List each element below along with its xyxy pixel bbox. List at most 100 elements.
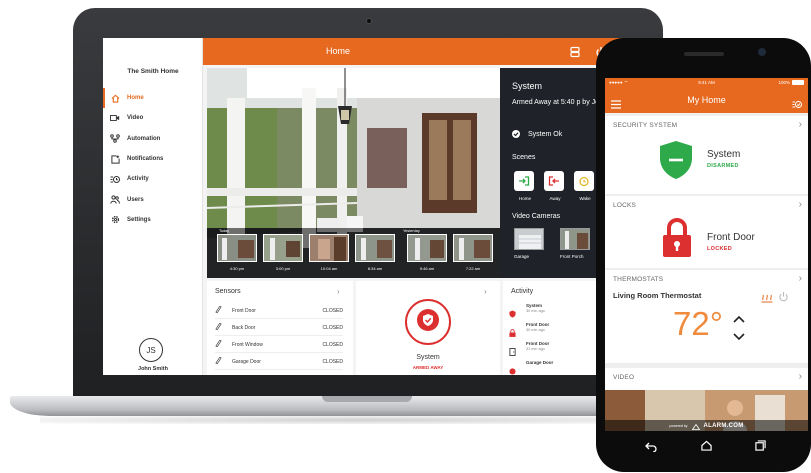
chevron-right-icon[interactable]: › [799, 273, 802, 284]
video-thumbnail[interactable] [217, 234, 257, 262]
laptop-notch [322, 396, 412, 402]
sensor-row: Back Door CLOSED [215, 320, 343, 336]
back-icon[interactable] [645, 439, 657, 457]
sensor-name: Back Door [232, 324, 256, 331]
activity-row: Garage Door [509, 360, 609, 375]
system-title: System [512, 81, 543, 91]
sensor-name: Garage Door [232, 358, 261, 365]
scene-home[interactable]: Home [514, 171, 536, 201]
video-cameras-label: Video Cameras [512, 213, 561, 220]
sidebar-item-label: Automation [127, 135, 161, 142]
strip-label-today: Today [219, 229, 230, 233]
scene-wake[interactable]: Wake [574, 171, 596, 201]
video-card[interactable]: VIDEO › powered by ALARM.COM [605, 368, 808, 431]
sidebar: The Smith Home Home Video Automation Not… [103, 38, 203, 375]
sidebar-item-home[interactable]: Home [103, 88, 203, 109]
activity-title: Activity [511, 288, 534, 295]
laptop-screen: The Smith Home Home Video Automation Not… [103, 38, 623, 375]
power-icon[interactable] [778, 289, 789, 307]
security-system-card[interactable]: SECURITY SYSTEM › System DISARMED [605, 116, 808, 194]
locks-section-label: LOCKS [613, 202, 637, 209]
activity-row-title: Front Door [526, 322, 550, 327]
recent-apps-icon[interactable] [755, 438, 766, 456]
sensor-name: Front Door [232, 307, 256, 314]
sidebar-item-activity[interactable]: Activity [103, 169, 203, 189]
system-card-name: System [416, 354, 440, 361]
thumbnail-time: 7:22 am [465, 266, 481, 271]
system-card[interactable]: › System ARMED AWAY [356, 281, 500, 375]
server-icon[interactable] [569, 45, 581, 58]
camera-front-porch[interactable]: Front Porch [560, 228, 590, 259]
chevron-right-icon[interactable]: › [799, 199, 802, 210]
sidebar-item-notifications[interactable]: Notifications [103, 149, 203, 169]
chevron-up-icon[interactable] [733, 310, 745, 328]
sensor-state: CLOSED [322, 341, 343, 348]
thermostats-section-label: THERMOSTATS [613, 276, 664, 283]
lock-icon [663, 218, 691, 263]
video-thumbnail[interactable] [263, 234, 303, 262]
phone-title: My Home [687, 95, 726, 105]
avatar[interactable]: JS [139, 338, 163, 362]
sidebar-item-label: Activity [127, 176, 149, 183]
strip-label-yesterday: Yesterday [403, 229, 420, 233]
sensor-row: Front Door CLOSED [215, 303, 343, 319]
scene-label: Away [549, 196, 561, 201]
chevron-right-icon[interactable]: › [484, 287, 487, 296]
system-card-state: ARMED AWAY [412, 365, 444, 370]
powered-by-label: powered by [669, 423, 688, 428]
shield-icon [509, 305, 516, 323]
thermostat-temp: 72° [673, 305, 723, 342]
camera-thumbnail [514, 228, 544, 250]
gear-icon [109, 215, 121, 225]
thumbnail-strip: Today Yesterday 4:30 pm 3:00 pm 10:04 am… [207, 228, 500, 278]
video-thumbnail[interactable] [355, 234, 395, 262]
alarm-com-logo-icon [691, 417, 700, 432]
system-ok-status: System Ok [512, 130, 562, 138]
chevron-down-icon[interactable] [733, 328, 745, 346]
locks-card[interactable]: LOCKS › Front Door LOCKED [605, 196, 808, 268]
thermostat-card[interactable]: THERMOSTATS › Living Room Thermostat 72° [605, 270, 808, 363]
video-thumbnail[interactable] [453, 234, 493, 262]
scene-away[interactable]: Away [544, 171, 566, 201]
lock-icon [509, 324, 516, 342]
lock-state: LOCKED [707, 246, 733, 252]
sidebar-item-label: Notifications [127, 156, 164, 163]
chevron-right-icon[interactable]: › [799, 119, 802, 130]
sensors-card[interactable]: Sensors › Front Door CLOSED Back Door CL… [207, 281, 353, 375]
sensor-state: CLOSED [322, 358, 343, 365]
phone-header: My Home [605, 88, 808, 113]
shield-icon [417, 308, 439, 336]
thumbnail-time: 10:04 am [320, 266, 338, 271]
camera-garage[interactable]: Garage [514, 228, 544, 259]
users-icon [109, 195, 121, 205]
product-showcase: The Smith Home Home Video Automation Not… [0, 0, 811, 473]
home-icon[interactable] [701, 438, 712, 456]
activity-row-title: Front Door [526, 341, 550, 346]
sidebar-nav: Home Video Automation Notifications Acti… [103, 88, 203, 230]
heat-mode-icon[interactable] [761, 290, 773, 308]
chevron-right-icon[interactable]: › [799, 371, 802, 382]
activity-row-title: Garage Door [526, 360, 554, 365]
chevron-right-icon[interactable]: › [337, 287, 340, 296]
activity-row: Front Door 31 min ago [509, 341, 609, 361]
activity-icon[interactable] [792, 96, 802, 114]
sidebar-item-automation[interactable]: Automation [103, 129, 203, 149]
sidebar-item-users[interactable]: Users [103, 189, 203, 209]
sidebar-item-video[interactable]: Video [103, 108, 203, 128]
sidebar-item-label: Video [127, 115, 144, 122]
scene-away-icon [544, 171, 564, 191]
video-thumbnail[interactable] [309, 234, 349, 262]
video-section-label: VIDEO [613, 374, 635, 381]
home-icon [109, 93, 121, 103]
security-section-label: SECURITY SYSTEM [613, 122, 678, 129]
sidebar-item-settings[interactable]: Settings [103, 210, 203, 230]
scenes-label: Scenes [512, 154, 536, 161]
activity-row-title: System [526, 303, 543, 308]
activity-row-time: 30 min ago [526, 328, 545, 332]
lock-name: Front Door [707, 232, 755, 243]
thumbnail-time: 3:00 pm [275, 266, 291, 271]
video-thumbnail[interactable] [407, 234, 447, 262]
home-name: The Smith Home [127, 68, 179, 75]
android-nav-bar [605, 435, 808, 457]
scene-wake-icon [574, 171, 594, 191]
